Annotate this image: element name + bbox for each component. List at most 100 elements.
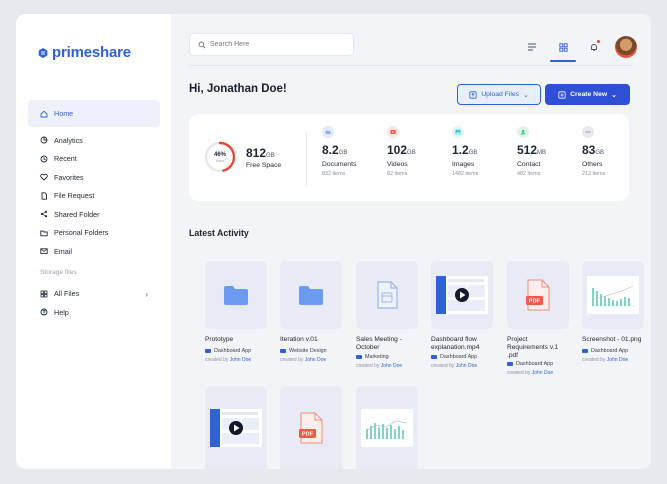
- stat-value: 102: [387, 143, 408, 157]
- file-name[interactable]: Project Requirements v.1 .pdf: [507, 336, 565, 360]
- header-divider: [189, 65, 633, 66]
- chart-preview-image: [591, 285, 635, 307]
- brand[interactable]: primeshare: [38, 44, 131, 61]
- file-tile-iteration[interactable]: [280, 261, 342, 329]
- sidebar-item-favorites[interactable]: Favorites: [28, 168, 160, 187]
- sidebar-item-file-request[interactable]: File Request: [28, 187, 160, 206]
- sidebar-item-personal-folders[interactable]: Personal Folders: [28, 224, 160, 243]
- file-tile-prototype[interactable]: [205, 261, 267, 329]
- notifications-button[interactable]: [583, 37, 605, 57]
- file-name[interactable]: Iteration v.01: [280, 336, 350, 344]
- files-icon: [40, 290, 48, 298]
- stat-videos[interactable]: 102GB Videos 82 items: [387, 126, 416, 177]
- video-thumbnail: [210, 408, 262, 447]
- grid-icon: [558, 42, 568, 52]
- free-space-value: 812GB: [246, 146, 275, 160]
- file-tile-sales-meeting[interactable]: [356, 261, 418, 329]
- stat-label: Contact: [517, 161, 541, 168]
- upload-files-button[interactable]: Upload Files ⌄: [457, 84, 541, 105]
- share-icon: [40, 210, 48, 218]
- pdf-file-icon: PDF: [526, 279, 550, 311]
- stat-count: 832 items: [322, 171, 346, 177]
- list-view-button[interactable]: [521, 37, 543, 57]
- create-new-label: Create New: [570, 91, 608, 98]
- folder-icon: [224, 286, 248, 305]
- file-name[interactable]: Screenshot - 01.png: [582, 336, 651, 344]
- grid-view-button[interactable]: [550, 37, 576, 62]
- chevron-right-icon: ›: [145, 289, 148, 299]
- brand-logo-icon: [38, 47, 48, 58]
- sidebar-item-shared-folder[interactable]: Shared Folder: [28, 205, 160, 224]
- clock-icon: [40, 155, 48, 163]
- stat-count: 1482 items: [452, 171, 479, 177]
- upload-files-label: Upload Files: [481, 91, 520, 98]
- chart-thumbnail: [361, 408, 413, 447]
- gauge-percent: 46%: [213, 152, 226, 158]
- sidebar-section-label: Storage files: [40, 269, 77, 276]
- sidebar-item-label: Email: [54, 246, 72, 256]
- document-icon: [322, 126, 334, 138]
- file-author: created by John Doe: [507, 370, 554, 376]
- video-thumbnail: [436, 276, 488, 314]
- chevron-down-icon: ⌄: [523, 91, 529, 99]
- dashboard-preview-image: [210, 408, 259, 447]
- file-folder: Marketing: [356, 354, 389, 360]
- file-folder: Dashboard App: [507, 361, 553, 367]
- stat-documents[interactable]: 8.2GB Documents 832 items: [322, 126, 356, 177]
- stat-value: 83: [582, 143, 596, 157]
- file-tile-video[interactable]: [205, 386, 267, 469]
- chart-preview-image: [365, 420, 409, 439]
- chart-thumbnail: [587, 276, 639, 314]
- file-tile-screenshot[interactable]: [582, 261, 644, 329]
- pdf-badge-label: PDF: [529, 299, 541, 305]
- stat-others[interactable]: 83GB Others 213 items: [582, 126, 605, 177]
- sidebar-item-label: File Request: [54, 191, 95, 201]
- search-box[interactable]: [189, 33, 354, 56]
- stat-images[interactable]: 1.2GB Images 1482 items: [452, 126, 478, 177]
- sidebar-item-label: Shared Folder: [54, 209, 100, 219]
- sidebar-item-home[interactable]: Home: [28, 100, 160, 127]
- plus-icon: [558, 90, 566, 99]
- sidebar-item-label: All Files: [54, 289, 80, 299]
- heart-icon: [40, 173, 48, 181]
- free-space-label: Free Space: [246, 162, 282, 169]
- stat-label: Others: [582, 161, 603, 168]
- file-tile-project-pdf[interactable]: PDF: [507, 261, 569, 329]
- sidebar-item-label: Personal Folders: [54, 228, 109, 238]
- sidebar-nav: Home Analytics Recent Favorites File Req…: [28, 100, 160, 322]
- sidebar-item-label: Help: [54, 307, 69, 317]
- stat-label: Documents: [322, 161, 357, 168]
- sidebar-item-label: Analytics: [54, 135, 83, 145]
- search-input[interactable]: [210, 41, 340, 48]
- brand-name: primeshare: [52, 44, 131, 61]
- folder-icon: [431, 354, 437, 360]
- file-author: created by John Doe: [280, 357, 327, 363]
- storage-summary-card: 46% Used 812GB Free Space 8.2GB Document…: [189, 114, 629, 201]
- stat-contact[interactable]: 512MB Contact 482 items: [517, 126, 546, 177]
- chevron-down-icon: ⌄: [611, 91, 617, 99]
- file-name[interactable]: Prototype: [205, 336, 275, 344]
- sidebar-item-all-files[interactable]: All Files ›: [28, 285, 160, 304]
- file-tile-chart-image[interactable]: [356, 386, 418, 469]
- file-folder: Dashboard App: [582, 348, 628, 354]
- create-new-button[interactable]: Create New ⌄: [545, 84, 630, 105]
- file-author: created by John Doe: [582, 357, 629, 363]
- sidebar-item-recent[interactable]: Recent: [28, 150, 160, 169]
- sidebar-item-label: Favorites: [54, 172, 84, 182]
- file-name[interactable]: Dashboard flow explanation.mp4: [431, 336, 501, 352]
- sidebar-item-help[interactable]: Help: [28, 303, 160, 322]
- sidebar-item-label: Home: [54, 109, 74, 118]
- sidebar-item-analytics[interactable]: Analytics: [28, 131, 160, 150]
- file-tile-dashboard-video[interactable]: [431, 261, 493, 329]
- file-tile-pdf[interactable]: PDF: [280, 386, 342, 469]
- page-title: Hi, Jonathan Doe!: [189, 83, 287, 95]
- sidebar-item-email[interactable]: Email: [28, 242, 160, 261]
- file-name[interactable]: Sales Meeting - October: [356, 336, 420, 352]
- avatar[interactable]: [615, 36, 637, 58]
- notification-dot: [597, 40, 600, 43]
- more-icon: [582, 126, 594, 138]
- pdf-file-icon: PDF: [299, 412, 323, 443]
- folder-icon: [582, 348, 588, 354]
- file-author: created by John Doe: [431, 363, 478, 369]
- folder-icon: [40, 229, 48, 237]
